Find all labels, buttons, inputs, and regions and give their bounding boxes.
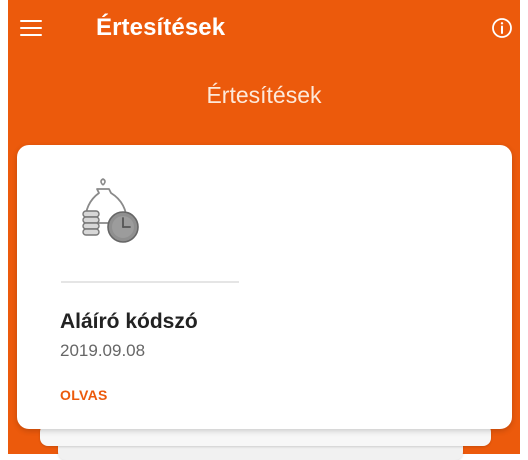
money-bag-clock-icon (75, 177, 147, 249)
menu-icon[interactable] (20, 18, 44, 38)
app-bar: Értesítések (8, 0, 520, 62)
section-title: Értesítések (206, 82, 322, 108)
notifications-screen: Értesítések Értesítések Aláíró kódszó 20… (0, 0, 528, 460)
notification-title: Aláíró kódszó (60, 310, 198, 333)
read-button[interactable]: OLVAS (60, 387, 108, 403)
notification-date: 2019.09.08 (60, 341, 146, 360)
card-divider (61, 281, 239, 283)
app-title: Értesítések (96, 14, 226, 41)
info-icon[interactable] (491, 17, 513, 39)
notification-card[interactable]: Aláíró kódszó 2019.09.08 OLVAS (17, 145, 512, 429)
